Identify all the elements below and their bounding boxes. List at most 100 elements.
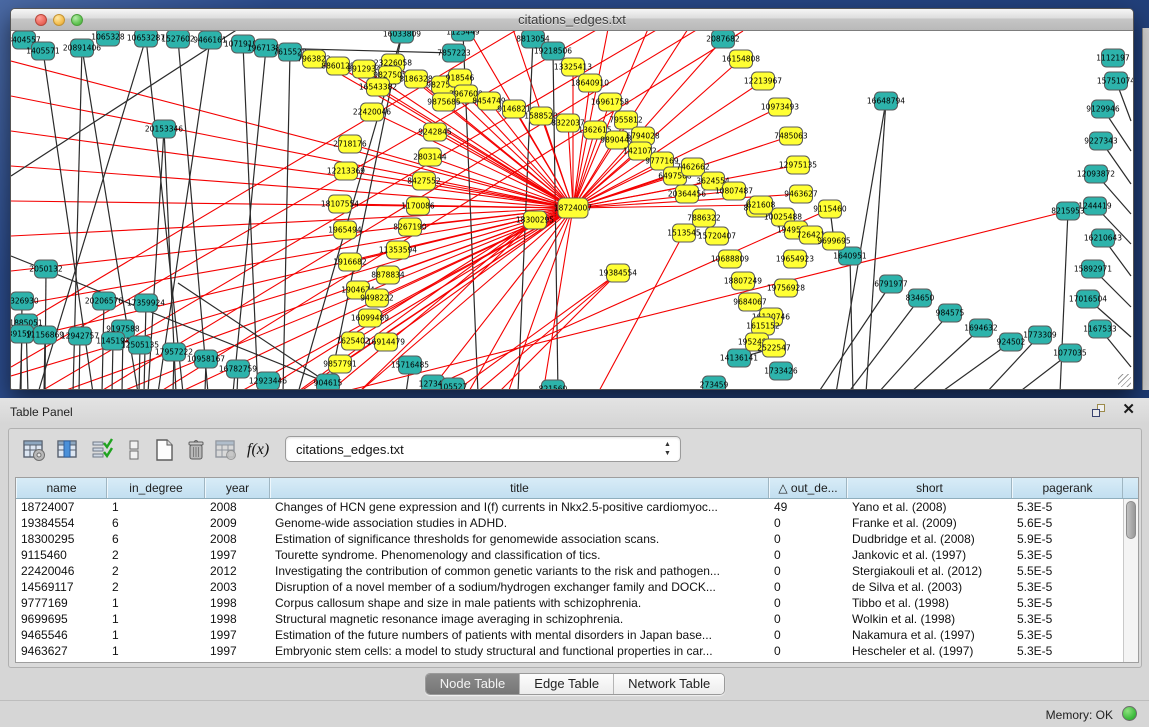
table-row[interactable]: 1872400712008Changes of HCN gene express… [16,499,1138,515]
table-row[interactable]: 946554611997Estimation of the future num… [16,627,1138,643]
unselect-all-icon[interactable] [121,437,147,463]
column-header-pagerank[interactable]: pagerank [1012,478,1123,498]
graph-node[interactable]: 1733426 [764,362,798,380]
column-header-in_degree[interactable]: in_degree [107,478,205,498]
graph-node[interactable]: 12093872 [1077,165,1115,183]
graph-node[interactable]: 20153346 [145,120,183,138]
graph-node[interactable]: 12942757 [61,327,99,345]
tab-edge-table[interactable]: Edge Table [520,674,614,694]
column-header-out_de[interactable]: △ out_de... [769,478,847,498]
graph-node[interactable]: 16033809 [383,31,421,43]
column-header-short[interactable]: short [847,478,1012,498]
graph-node[interactable]: 18724007 [554,198,592,218]
delete-table-icon[interactable] [183,437,209,463]
graph-node[interactable]: 12923446 [249,372,287,389]
graph-node[interactable]: 13325413 [554,58,592,76]
graph-edge[interactable] [11,131,573,208]
graph-edge[interactable] [11,208,573,306]
graph-node[interactable]: 924502 [997,333,1026,351]
graph-node[interactable]: 12213967 [744,72,782,90]
graph-node[interactable]: 17016504 [1069,290,1107,308]
graph-node[interactable]: 904615 [314,374,343,389]
graph-node[interactable]: 9463627 [784,185,818,203]
graph-node[interactable]: 19384554 [599,264,637,282]
graph-edge[interactable] [910,328,981,389]
graph-node[interactable]: 9857791 [323,355,357,373]
graph-edge[interactable] [818,284,891,389]
graph-node[interactable]: 834650 [906,289,935,307]
table-row[interactable]: 2242004622012Investigating the contribut… [16,563,1138,579]
select-all-icon[interactable] [89,437,115,463]
resize-grip[interactable] [1118,374,1131,387]
graph-node[interactable]: 18107554 [321,195,359,213]
select-columns-icon[interactable] [55,437,81,463]
graph-node[interactable]: 2326930 [11,292,39,310]
graph-node[interactable]: 15720407 [698,227,736,245]
graph-edge[interactable] [878,313,950,389]
graph-node[interactable]: 8427552 [407,172,441,190]
graph-node[interactable]: 7955812 [609,111,643,129]
network-canvas[interactable]: 8404557140557120891406106532810653287152… [11,31,1133,389]
new-table-icon[interactable] [151,437,177,463]
graph-node[interactable]: 16210643 [1084,229,1122,247]
table-selector-dropdown[interactable]: citations_edges.txt▲▼ [285,436,681,462]
graph-node[interactable]: 105527 [439,378,468,389]
memory-status-indicator[interactable] [1122,706,1137,721]
graph-node[interactable]: 10688809 [711,250,749,268]
graph-node[interactable]: 15751074 [1097,72,1133,90]
column-header-name[interactable]: name [16,478,107,498]
graph-edge[interactable] [158,40,210,389]
graph-node[interactable]: 9466161 [193,31,227,49]
graph-edge[interactable] [848,298,920,389]
graph-node[interactable]: 16961758 [591,93,629,111]
graph-node[interactable]: 2718176 [333,135,367,153]
graph-edge[interactable] [178,39,208,389]
graph-node[interactable]: 1167533 [1083,320,1117,338]
citation-network-graph[interactable]: 8404557140557120891406106532810653287152… [11,31,1133,389]
graph-node[interactable]: 20891406 [63,39,101,57]
graph-edge[interactable] [11,208,573,236]
graph-edge[interactable] [11,256,328,383]
graph-node[interactable]: 1170086 [401,197,435,215]
tab-network-table[interactable]: Network Table [614,674,724,694]
graph-node[interactable]: 16914479 [367,333,405,351]
graph-node[interactable]: 1773309 [1023,326,1057,344]
graph-node[interactable]: 15892971 [1074,260,1112,278]
graph-node[interactable]: 9115460 [813,200,847,218]
table-row[interactable]: 1938455462009Genome-wide association stu… [16,515,1138,531]
graph-node[interactable]: 10653287 [127,31,165,47]
graph-node[interactable]: 273459 [700,376,729,389]
graph-node[interactable]: 918546 [446,69,475,87]
graph-node[interactable]: 12975135 [779,156,817,174]
graph-node[interactable]: 8267190 [393,218,427,236]
table-row[interactable]: 1456911722003Disruption of a novel membe… [16,579,1138,595]
graph-node[interactable]: 16099489 [351,309,389,327]
graph-node[interactable]: 7857223 [437,44,471,62]
graph-edge[interactable] [866,101,886,389]
graph-node[interactable]: 14136141 [720,349,758,367]
table-scrollbar-thumb[interactable] [1126,501,1136,539]
graph-node[interactable]: 9227343 [1084,132,1118,150]
table-row[interactable]: 911546021997Tourette syndrome. Phenomeno… [16,547,1138,563]
graph-node[interactable]: 16648794 [867,92,905,110]
graph-edge[interactable] [508,208,573,389]
graph-node[interactable]: 1125449 [446,31,480,41]
function-builder-icon[interactable]: f(x) [247,441,273,467]
graph-node[interactable]: 2087682 [706,31,740,48]
table-row[interactable]: 1830029562008Estimation of significance … [16,531,1138,547]
graph-node[interactable]: 8878834 [371,266,405,284]
graph-edge[interactable] [283,52,290,389]
column-header-year[interactable]: year [205,478,270,498]
float-panel-icon[interactable] [1092,404,1105,417]
graph-node[interactable]: 16154808 [722,50,760,68]
graph-node[interactable]: 19756928 [767,279,805,297]
table-scrollbar[interactable] [1123,499,1138,662]
column-settings-icon[interactable] [21,437,47,463]
graph-node[interactable]: 984575 [936,304,965,322]
table-row[interactable]: 977716911998Corpus callosum shape and si… [16,595,1138,611]
graph-edge[interactable] [598,233,684,389]
window-titlebar[interactable]: citations_edges.txt [11,9,1133,31]
graph-node[interactable]: 20206576 [85,292,123,310]
delete-column-icon[interactable] [213,437,239,463]
graph-node[interactable]: 12213369 [327,162,365,180]
